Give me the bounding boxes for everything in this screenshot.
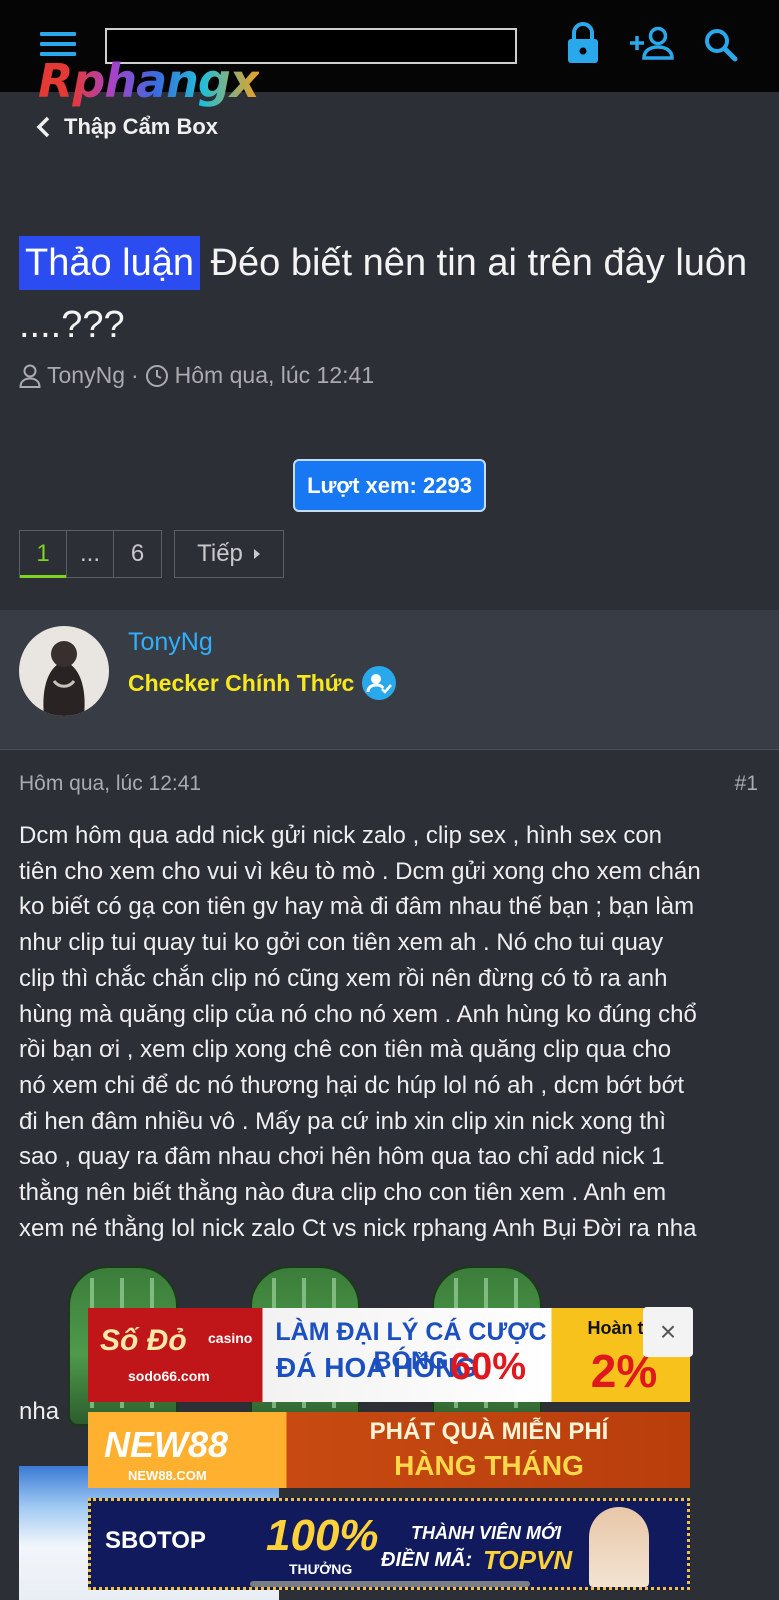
thread-date[interactable]: Hôm qua, lúc 12:41 (175, 362, 374, 389)
post-line: tiên cho xem cho vui vì kêu tò mò . Dcm … (19, 857, 701, 885)
page-link-1[interactable]: 1 (20, 531, 67, 578)
ad-promo-code: TOPVN (483, 1545, 573, 1575)
ad-domain: NEW88.COM (128, 1468, 207, 1483)
ad-banner-sodo[interactable]: Số Đỏ casino sodo66.com LÀM ĐẠI LÝ CÁ CƯ… (88, 1308, 690, 1402)
ad-line2: ĐÁ HOA HỒNG (276, 1352, 478, 1383)
post-date[interactable]: Hôm qua, lúc 12:41 (19, 772, 201, 796)
post-line: như clip tui quay tui ko gởi con tiên xe… (19, 929, 664, 957)
thread-meta: TonyNg · Hôm qua, lúc 12:41 (19, 362, 374, 389)
lock-icon[interactable] (566, 22, 600, 69)
post-line: sao , quay ra đâm nhau chơi hên hôm qua … (19, 1143, 665, 1171)
clock-icon (145, 364, 168, 387)
page-jump-ellipsis[interactable]: ... (67, 531, 114, 577)
next-page-label: Tiếp (197, 540, 243, 567)
thread-author[interactable]: TonyNg (47, 362, 125, 389)
ad-percent: 60% (450, 1346, 527, 1388)
post-line: ko biết có gạ con tiên gv hay mà đi đâm … (19, 893, 695, 921)
user-title-text: Checker Chính Thức (128, 669, 355, 696)
scrollbar-handle[interactable] (250, 1581, 530, 1587)
ad-big-sub: THƯỞNG (289, 1561, 353, 1577)
post-trailing-text: nha (19, 1398, 60, 1425)
meta-separator: · (130, 362, 139, 388)
verified-checker-icon (362, 666, 397, 700)
page-link-6[interactable]: 6 (114, 531, 161, 577)
breadcrumb-label: Thập Cẩm Box (64, 114, 219, 139)
search-icon[interactable] (704, 28, 738, 67)
top-bar: Rphangx (0, 0, 779, 106)
ad-line1: THÀNH VIÊN MỚI (411, 1523, 562, 1543)
site-logo[interactable]: Rphangx (38, 54, 260, 108)
ad-brand: SBOTOP (105, 1527, 206, 1554)
page-group: 1 ... 6 (19, 530, 162, 578)
user-title: Checker Chính Thức (128, 666, 397, 700)
ad-line2: ĐIỀN MÃ: (381, 1549, 473, 1571)
post-line: thằng nên biết thằng nào đưa clip cho co… (19, 1179, 667, 1207)
ad-brand: Số Đỏ (100, 1324, 187, 1357)
views-badge: Lượt xem: 2293 (293, 459, 486, 512)
ad-model-image (589, 1507, 649, 1587)
ad-big: 100% (266, 1511, 379, 1560)
post-line: clip thì chắc chắn clip nó cũng xem rồi … (19, 964, 668, 992)
post-line: hùng mà quăng clip của nó cho nó xem . A… (19, 1000, 697, 1028)
ad-brand: NEW88 (104, 1424, 229, 1465)
post-username[interactable]: TonyNg (128, 628, 213, 657)
ad-brand-sub: casino (208, 1330, 253, 1346)
post-line: đi hen đâm nhiều vô . Mấy pa cứ inb xin … (19, 1107, 667, 1135)
ad-banner-sbotop[interactable]: SBOTOP 100% THƯỞNG THÀNH VIÊN MỚI ĐIỀN M… (88, 1498, 690, 1590)
post-body: Dcm hôm qua add nick gửi nick zalo , cli… (19, 818, 764, 1246)
user-icon (19, 364, 41, 388)
ad-line1: PHÁT QUÀ MIỄN PHÍ (369, 1418, 609, 1445)
post-line: rồi bạn ơi , xem clip xong chê con tiên … (19, 1036, 672, 1064)
post-line: Dcm hôm qua add nick gửi nick zalo , cli… (19, 822, 663, 849)
avatar[interactable] (19, 626, 109, 716)
page-title: Thảo luận Đéo biết nên tin ai trên đây l… (19, 232, 759, 356)
ad-line2: HÀNG THÁNG (394, 1450, 584, 1481)
caret-right-icon (253, 549, 260, 559)
chevron-left-icon (36, 116, 50, 138)
breadcrumb[interactable]: Thập Cẩm Box (36, 114, 218, 140)
post-line: xem né thằng lol nick zalo Ct vs nick rp… (19, 1214, 697, 1242)
post-number[interactable]: #1 (735, 772, 758, 796)
logo-letter: R (38, 54, 73, 108)
ad-banner-new88[interactable]: NEW88 NEW88.COM PHÁT QUÀ MIỄN PHÍ HÀNG T… (88, 1412, 690, 1488)
pagination: 1 ... 6 Tiếp (19, 530, 284, 578)
ad-domain: sodo66.com (128, 1368, 210, 1384)
logo-text: phangx (72, 54, 259, 108)
thread-prefix[interactable]: Thảo luận (19, 236, 201, 290)
post-user-block: TonyNg Checker Chính Thức (0, 610, 779, 750)
post-line: nó xem chi để dc nó thương hại dc húp lo… (19, 1071, 684, 1099)
register-icon[interactable] (628, 26, 674, 65)
close-ad-button[interactable]: × (643, 1307, 693, 1357)
next-page-button[interactable]: Tiếp (174, 530, 284, 578)
